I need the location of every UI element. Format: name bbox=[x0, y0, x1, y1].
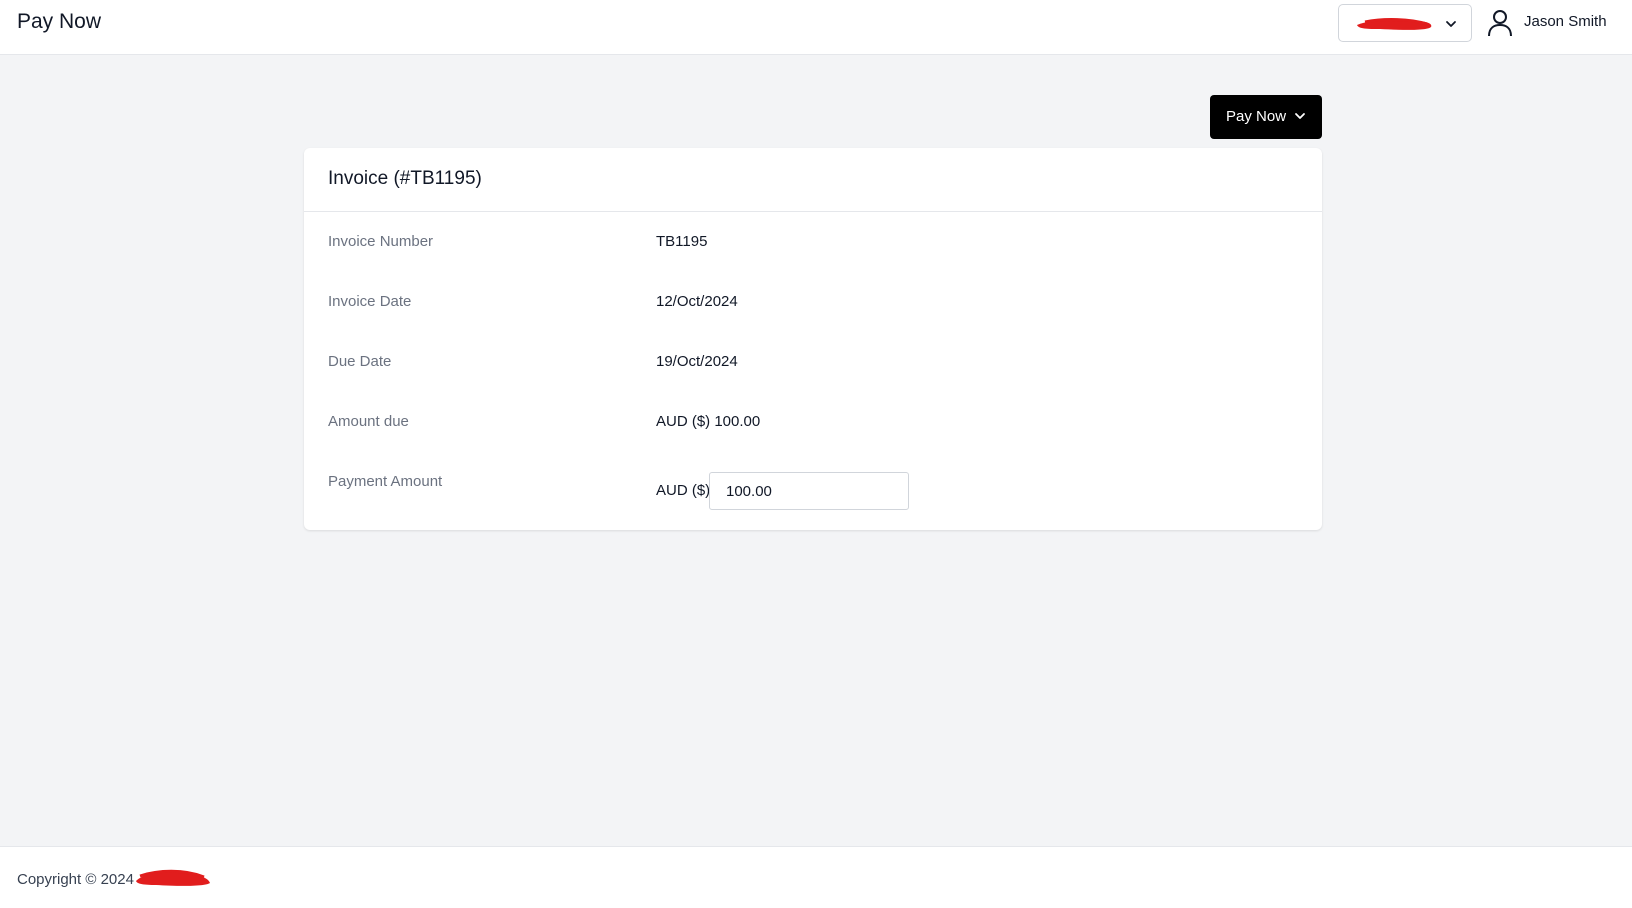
organization-select[interactable] bbox=[1338, 4, 1472, 42]
due-date-value: 19/Oct/2024 bbox=[656, 353, 738, 370]
invoice-date-value: 12/Oct/2024 bbox=[656, 293, 738, 310]
invoice-card: Invoice (#TB1195) Invoice Number TB1195 … bbox=[304, 148, 1322, 530]
invoice-number-label: Invoice Number bbox=[328, 233, 434, 250]
app-title: Pay Now bbox=[17, 10, 102, 33]
chevron-down-icon bbox=[1295, 113, 1305, 119]
redacted-organization-name bbox=[1357, 18, 1432, 30]
payment-amount-label: Payment Amount bbox=[328, 473, 443, 490]
pay-now-label: Pay Now bbox=[1226, 108, 1287, 125]
redacted-company-name bbox=[136, 869, 210, 886]
top-bar: Pay Now Jason Smith bbox=[0, 0, 1632, 55]
copyright-text: Copyright © 2024 bbox=[17, 871, 134, 888]
payment-currency: AUD ($) bbox=[656, 482, 711, 499]
chevron-down-icon bbox=[1446, 21, 1456, 27]
user-icon[interactable] bbox=[1487, 9, 1513, 37]
invoice-number-value: TB1195 bbox=[656, 233, 708, 250]
footer: Copyright © 2024 bbox=[0, 846, 1632, 908]
invoice-title: Invoice (#TB1195) bbox=[328, 168, 482, 189]
amount-due-value: AUD ($) 100.00 bbox=[656, 413, 761, 430]
due-date-label: Due Date bbox=[328, 353, 392, 370]
payment-amount-input[interactable] bbox=[709, 472, 909, 510]
user-name[interactable]: Jason Smith bbox=[1524, 13, 1607, 30]
pay-now-button[interactable]: Pay Now bbox=[1210, 95, 1322, 139]
invoice-date-label: Invoice Date bbox=[328, 293, 412, 310]
invoice-card-header: Invoice (#TB1195) bbox=[304, 148, 1322, 212]
amount-due-label: Amount due bbox=[328, 413, 409, 430]
